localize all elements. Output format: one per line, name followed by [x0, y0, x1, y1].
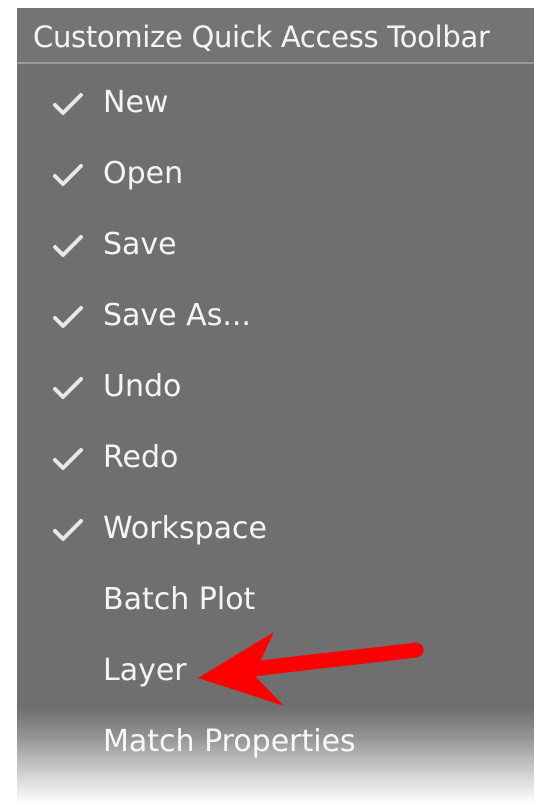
screenshot-stage: Customize Quick Access Toolbar New Open Sa…	[0, 0, 534, 804]
checkmark-icon	[53, 377, 83, 399]
checkmark-icon	[53, 448, 83, 470]
checkmark-icon	[53, 235, 83, 257]
checkmark-icon	[53, 93, 83, 115]
menu-item-label: Save	[103, 227, 177, 262]
menu-item-save-as[interactable]: Save As...	[17, 284, 534, 348]
menu-item-label: Layer	[103, 653, 187, 688]
menu-item-label: New	[103, 85, 169, 120]
menu-item-label: Batch Plot	[103, 582, 256, 617]
menu-header: Customize Quick Access Toolbar	[17, 8, 534, 64]
menu-item-redo[interactable]: Redo	[17, 426, 534, 490]
menu-item-open[interactable]: Open	[17, 142, 534, 206]
menu-item-save[interactable]: Save	[17, 213, 534, 277]
menu-item-label: Match Properties	[103, 724, 356, 759]
red-arrow-icon	[198, 632, 424, 706]
checkmark-icon	[53, 306, 83, 328]
menu-item-new[interactable]: New	[17, 71, 534, 135]
menu-item-label: Undo	[103, 369, 182, 404]
checkmark-icon	[53, 164, 83, 186]
menu-item-label: Workspace	[103, 511, 267, 546]
menu-item-label: Redo	[103, 440, 179, 475]
menu-item-label: Open	[103, 156, 184, 191]
menu-item-undo[interactable]: Undo	[17, 355, 534, 419]
menu-title: Customize Quick Access Toolbar	[33, 20, 490, 54]
checkmark-icon	[53, 519, 83, 541]
menu-item-match-properties[interactable]: Match Properties	[17, 710, 534, 774]
menu-item-workspace[interactable]: Workspace	[17, 497, 534, 561]
menu-item-label: Save As...	[103, 298, 251, 333]
